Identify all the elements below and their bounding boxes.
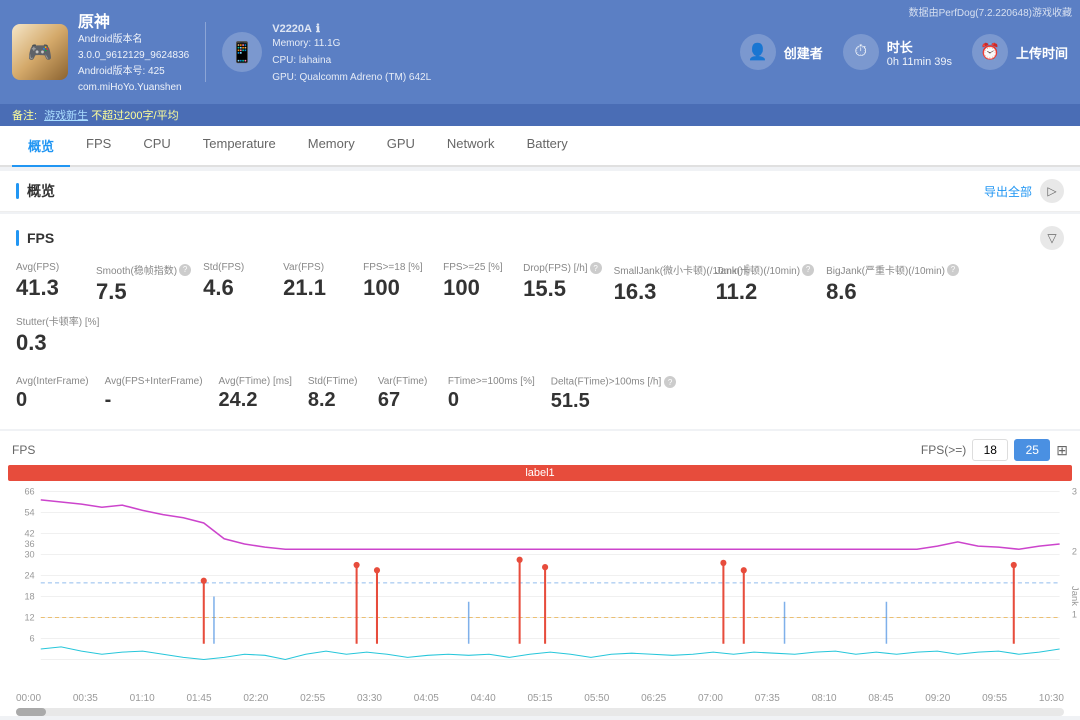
duration-text: 时长 0h 11min 39s bbox=[887, 37, 952, 68]
duration-icon: ⏱ bbox=[843, 34, 879, 70]
fps-threshold-25[interactable] bbox=[1014, 439, 1050, 461]
divider bbox=[205, 22, 206, 82]
app-avatar: 🎮 bbox=[12, 24, 68, 80]
fps-chart-container: FPS FPS(>=) ⊞ label1 bbox=[0, 431, 1080, 716]
device-specs: Memory: 11.1G CPU: lahaina GPU: Qualcomm… bbox=[272, 35, 431, 86]
metric-avg-fps: Avg(FPS) 41.3 bbox=[16, 258, 96, 309]
device-info: V2220A ℹ Memory: 11.1G CPU: lahaina GPU:… bbox=[272, 19, 431, 86]
tab-fps[interactable]: FPS bbox=[70, 126, 127, 167]
fps-controls: FPS(>=) ⊞ bbox=[921, 439, 1068, 461]
upload-text: 上传时间 bbox=[1016, 43, 1068, 62]
chart-scrollbar[interactable] bbox=[16, 708, 1064, 716]
notes-prefix: 备注: bbox=[12, 110, 37, 122]
metric-drop-fps: Drop(FPS) [/h]? 15.5 bbox=[523, 258, 613, 309]
app-meta: Android版本名 3.0.0_9612129_9624836 Android… bbox=[78, 32, 189, 96]
notes-link1[interactable]: 游戏新生 bbox=[44, 110, 88, 122]
app-name: 原神 bbox=[78, 8, 189, 32]
fps-gte-label: FPS(>=) bbox=[921, 443, 966, 457]
device-icon: 📱 bbox=[222, 32, 262, 72]
metric-delta-ftime: Delta(FTime)>100ms [/h] ? 51.5 bbox=[551, 372, 692, 417]
fps-title: FPS bbox=[16, 230, 54, 246]
tab-memory[interactable]: Memory bbox=[292, 126, 371, 167]
scrollbar-thumb[interactable] bbox=[16, 708, 46, 716]
metric-fps25: FPS>=25 [%] 100 bbox=[443, 258, 523, 309]
jank-info-icon[interactable]: ? bbox=[802, 264, 814, 276]
chart-label-bar: label1 bbox=[8, 465, 1072, 481]
chart-fps-label: FPS bbox=[12, 443, 35, 457]
tab-cpu[interactable]: CPU bbox=[127, 126, 186, 167]
svg-text:54: 54 bbox=[24, 508, 34, 518]
chart-header: FPS FPS(>=) ⊞ bbox=[0, 439, 1080, 465]
svg-text:3: 3 bbox=[1072, 487, 1077, 497]
fps-section: FPS ▽ Avg(FPS) 41.3 Smooth(稳帧指数)? 7.5 St… bbox=[0, 214, 1080, 429]
fps-threshold-18[interactable] bbox=[972, 439, 1008, 461]
creator-text: 创建者 bbox=[784, 43, 823, 62]
svg-text:36: 36 bbox=[24, 539, 34, 549]
device-info-icon: ℹ bbox=[316, 23, 320, 35]
creator-stat: 👤 创建者 bbox=[740, 34, 823, 70]
metric-var-ftime: Var(FTime) 67 bbox=[378, 372, 448, 417]
chart-x-axis: 00:00 00:35 01:10 01:45 02:20 02:55 03:3… bbox=[0, 691, 1080, 708]
svg-text:24: 24 bbox=[24, 571, 34, 581]
metric-avg-ftime: Avg(FTime) [ms] 24.2 bbox=[219, 372, 308, 417]
svg-text:30: 30 bbox=[24, 550, 34, 560]
tab-gpu[interactable]: GPU bbox=[371, 126, 431, 167]
metric-big-jank: BigJank(严重卡顿)(/10min)? 8.6 bbox=[826, 258, 971, 309]
svg-text:Jank: Jank bbox=[1070, 586, 1080, 606]
device-section: 📱 V2220A ℹ Memory: 11.1G CPU: lahaina GP… bbox=[222, 19, 431, 86]
svg-text:18: 18 bbox=[24, 592, 34, 602]
creator-icon: 👤 bbox=[740, 34, 776, 70]
fps-chart-svg: 66 54 42 36 30 24 18 12 6 3 2 1 bbox=[0, 481, 1080, 691]
tab-overview[interactable]: 概览 bbox=[12, 126, 70, 167]
metric-std-ftime: Std(FTime) 8.2 bbox=[308, 372, 378, 417]
header-stats: 👤 创建者 ⏱ 时长 0h 11min 39s ⏰ 上传时间 bbox=[447, 34, 1068, 70]
notes-sep: 不超过200字/平均 bbox=[91, 110, 178, 122]
fps-collapse-btn[interactable]: ▽ bbox=[1040, 226, 1064, 250]
export-button[interactable]: 导出全部 bbox=[984, 183, 1032, 200]
metric-avg-interframe: Avg(InterFrame) 0 bbox=[16, 372, 105, 417]
tabs-bar: 概览 FPS CPU Temperature Memory GPU Networ… bbox=[0, 126, 1080, 167]
fps-metrics-row2: Avg(InterFrame) 0 Avg(FPS+InterFrame) - … bbox=[16, 372, 1064, 417]
overview-collapse-btn[interactable]: ▷ bbox=[1040, 179, 1064, 203]
app-details: 原神 Android版本名 3.0.0_9612129_9624836 Andr… bbox=[78, 8, 189, 96]
delta-info-icon[interactable]: ? bbox=[664, 376, 676, 388]
metric-small-jank: SmallJank(微小卡顿)(/10min)? 16.3 bbox=[614, 258, 716, 309]
overview-section-header: 概览 导出全部 ▷ bbox=[0, 171, 1080, 212]
svg-text:1: 1 bbox=[1072, 609, 1077, 619]
upload-stat: ⏰ 上传时间 bbox=[972, 34, 1068, 70]
duration-stat: ⏱ 时长 0h 11min 39s bbox=[843, 34, 952, 70]
drop-info-icon[interactable]: ? bbox=[590, 262, 602, 274]
upload-icon: ⏰ bbox=[972, 34, 1008, 70]
metric-std-fps: Std(FPS) 4.6 bbox=[203, 258, 283, 309]
notes-bar: 备注: 游戏新生 不超过200字/平均 bbox=[0, 104, 1080, 126]
svg-text:6: 6 bbox=[30, 634, 35, 644]
app-info: 🎮 原神 Android版本名 3.0.0_9612129_9624836 An… bbox=[12, 8, 189, 96]
fps-metrics-row1: Avg(FPS) 41.3 Smooth(稳帧指数)? 7.5 Std(FPS)… bbox=[16, 258, 1064, 360]
svg-text:42: 42 bbox=[24, 529, 34, 539]
tab-temperature[interactable]: Temperature bbox=[187, 126, 292, 167]
metric-jank: Jank(卡顿)(/10min)? 11.2 bbox=[716, 258, 826, 309]
metric-avg-fps-interframe: Avg(FPS+InterFrame) - bbox=[105, 372, 219, 417]
svg-text:12: 12 bbox=[24, 613, 34, 623]
chart-wrapper: 66 54 42 36 30 24 18 12 6 3 2 1 bbox=[0, 481, 1080, 691]
table-view-icon[interactable]: ⊞ bbox=[1056, 442, 1068, 459]
tab-network[interactable]: Network bbox=[431, 126, 511, 167]
device-name: V2220A ℹ bbox=[272, 19, 431, 35]
metric-smooth: Smooth(稳帧指数)? 7.5 bbox=[96, 258, 203, 309]
smooth-info-icon[interactable]: ? bbox=[179, 264, 191, 276]
overview-title: 概览 bbox=[16, 181, 55, 201]
metric-var-fps: Var(FPS) 21.1 bbox=[283, 258, 363, 309]
svg-text:66: 66 bbox=[24, 487, 34, 497]
bigjank-info-icon[interactable]: ? bbox=[947, 264, 959, 276]
svg-text:2: 2 bbox=[1072, 546, 1077, 556]
metric-stutter: Stutter(卡顿率) [%] 0.3 bbox=[16, 309, 111, 360]
metric-fps18: FPS>=18 [%] 100 bbox=[363, 258, 443, 309]
watermark: 数据由PerfDog(7.2.220648)游戏收藏 bbox=[909, 4, 1072, 19]
metric-ftime-100ms: FTime>=100ms [%] 0 bbox=[448, 372, 551, 417]
tab-battery[interactable]: Battery bbox=[511, 126, 584, 167]
